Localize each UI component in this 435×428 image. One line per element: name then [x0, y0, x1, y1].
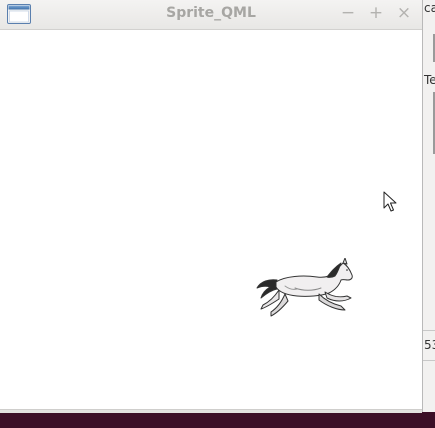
maximize-button[interactable]: + [366, 3, 386, 23]
background-text-fragment: Te [424, 73, 435, 87]
window-bottom-border[interactable] [0, 409, 422, 413]
close-button[interactable]: × [394, 3, 414, 23]
background-text-fragment: 53 [424, 338, 435, 352]
window-titlebar[interactable]: Sprite_QML − + × [0, 0, 422, 30]
sprite-canvas [1, 30, 421, 409]
sprite-qml-window: Sprite_QML − + × [0, 0, 422, 413]
background-app-window: ca Te 53 [420, 0, 435, 412]
background-text-fragment: ca [424, 1, 435, 15]
minimize-button[interactable]: − [338, 3, 358, 23]
horse-sprite-icon [255, 257, 357, 318]
mouse-cursor-icon [383, 191, 399, 213]
window-title: Sprite_QML [166, 5, 256, 21]
background-divider [420, 330, 435, 331]
background-divider [420, 360, 435, 361]
